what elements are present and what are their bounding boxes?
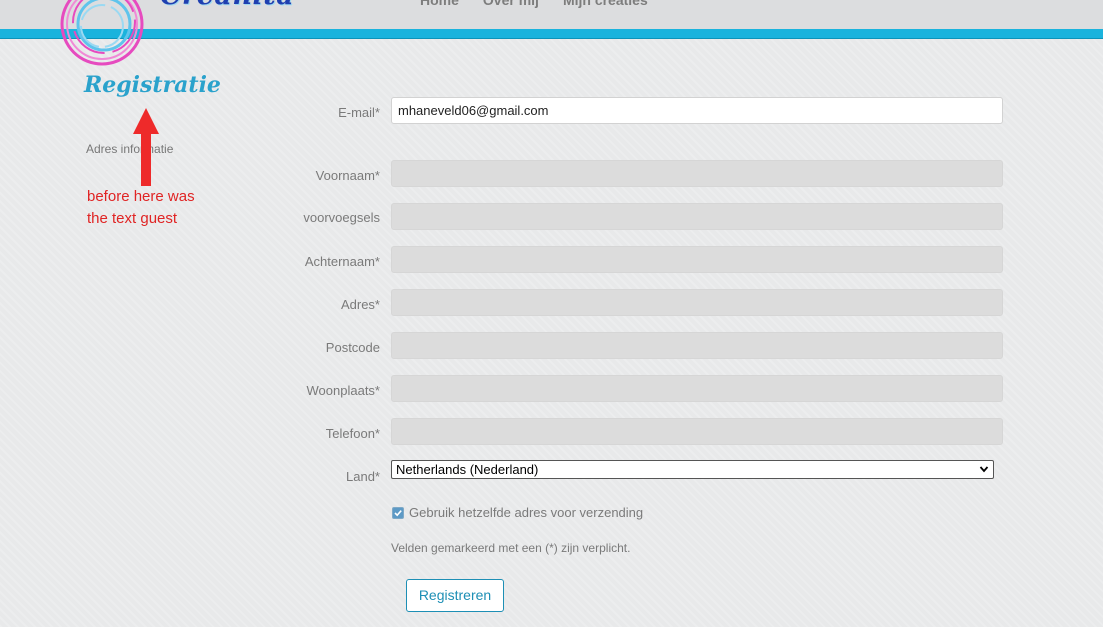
annotation-line-1: before here was xyxy=(87,188,195,205)
required-fields-note: Velden gemarkeerd met een (*) zijn verpl… xyxy=(391,541,631,555)
logo-text: Creanita xyxy=(160,0,294,11)
nav-item-over-mij[interactable]: Over mij xyxy=(483,0,539,8)
same-address-row: Gebruik hetzelfde adres voor verzending xyxy=(392,505,643,520)
annotation-arrow-icon xyxy=(133,108,159,186)
page-title: Registratie xyxy=(84,72,221,98)
section-label: Adres informatie xyxy=(86,142,174,156)
telefoon-label: Telefoon* xyxy=(325,426,380,441)
logo-swirl-icon xyxy=(60,0,144,66)
nav-item-home[interactable]: Home xyxy=(420,0,459,8)
woonplaats-field[interactable] xyxy=(391,375,1003,402)
voornaam-label: Voornaam* xyxy=(315,168,380,183)
voornaam-field[interactable] xyxy=(391,160,1003,187)
achternaam-field[interactable] xyxy=(391,246,1003,273)
register-button[interactable]: Registreren xyxy=(406,579,504,612)
email-field[interactable] xyxy=(391,97,1003,124)
land-select[interactable]: Netherlands (Nederland) xyxy=(391,460,994,479)
checkmark-icon xyxy=(394,509,402,516)
woonplaats-label: Woonplaats* xyxy=(306,383,380,398)
voorvoegsels-label: voorvoegsels xyxy=(303,210,380,225)
postcode-label: Postcode xyxy=(325,340,380,355)
voorvoegsels-field[interactable] xyxy=(391,203,1003,230)
annotation-note: before here was the text guest xyxy=(87,186,247,230)
adres-field[interactable] xyxy=(391,289,1003,316)
same-address-label: Gebruik hetzelfde adres voor verzending xyxy=(409,505,644,520)
achternaam-label: Achternaam* xyxy=(304,254,380,269)
brand-logo[interactable]: Creanita xyxy=(58,0,294,78)
nav-item-mijn-creaties[interactable]: Mijn creaties xyxy=(563,0,648,8)
main-nav: Home Over mij Mijn creaties xyxy=(420,0,648,8)
land-selected-value: Netherlands (Nederland) xyxy=(396,462,539,477)
land-label: Land* xyxy=(346,469,380,484)
annotation-line-2: the text guest xyxy=(87,210,178,227)
postcode-field[interactable] xyxy=(391,332,1003,359)
chevron-down-icon xyxy=(979,466,989,473)
same-address-checkbox[interactable] xyxy=(392,506,404,519)
adres-label: Adres* xyxy=(340,297,380,312)
telefoon-field[interactable] xyxy=(391,418,1003,445)
email-label: E-mail* xyxy=(338,105,380,120)
